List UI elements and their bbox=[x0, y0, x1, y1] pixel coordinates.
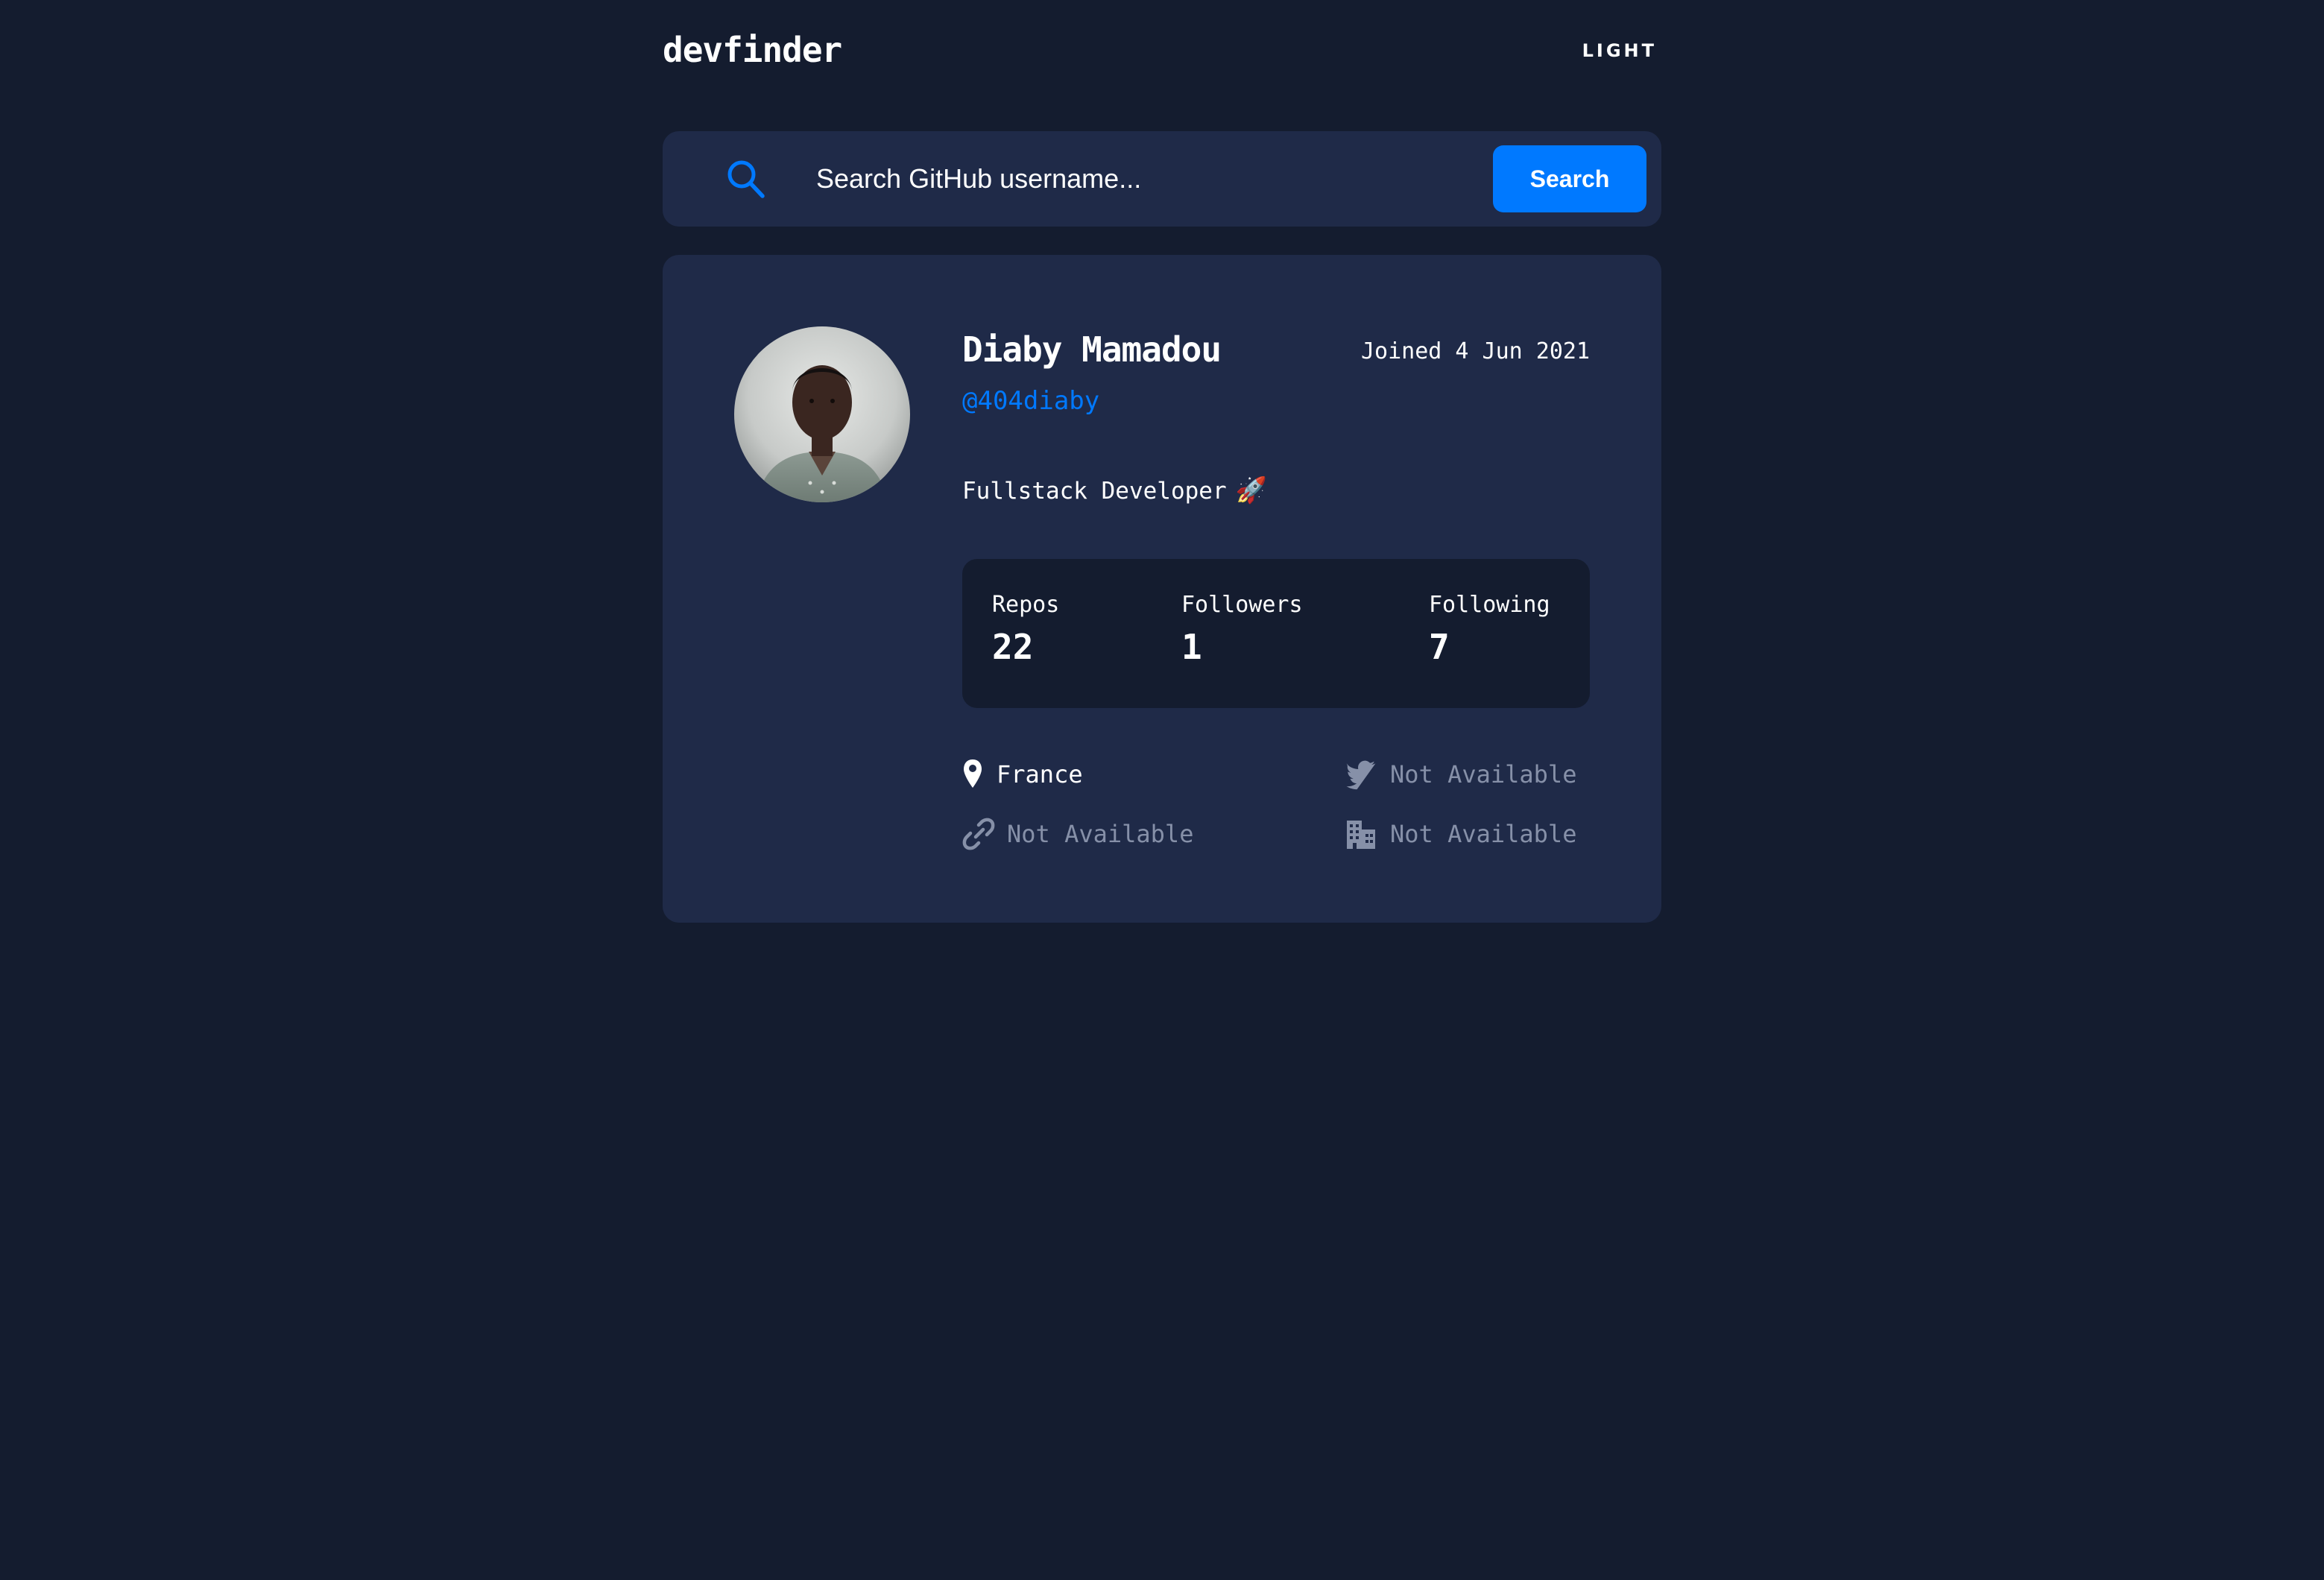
avatar bbox=[734, 326, 910, 502]
rocket-emoji: 🚀 bbox=[1235, 475, 1267, 505]
joined-date: Joined 4 Jun 2021 bbox=[1360, 338, 1590, 364]
bio-text: Fullstack Developer bbox=[962, 478, 1227, 505]
stat-value: 22 bbox=[992, 627, 1034, 667]
link-icon bbox=[962, 818, 995, 850]
company-row: Not Available bbox=[1345, 815, 1576, 853]
profile-name: Diaby Mamadou bbox=[962, 329, 1222, 370]
office-building-icon bbox=[1347, 821, 1375, 849]
stat-label: Followers bbox=[1181, 592, 1303, 618]
search-button[interactable]: Search bbox=[1493, 145, 1646, 212]
stat-value: 7 bbox=[1429, 627, 1450, 667]
profile-login-link[interactable]: @404diaby bbox=[962, 386, 1099, 416]
twitter-icon bbox=[1345, 760, 1376, 790]
location-pin-icon bbox=[964, 759, 982, 788]
stat-label: Following bbox=[1429, 592, 1550, 618]
blog-row[interactable]: Not Available bbox=[962, 815, 1193, 853]
header: devfinder LIGHT bbox=[663, 30, 1661, 75]
theme-toggle-button[interactable]: LIGHT bbox=[1582, 40, 1657, 61]
twitter-text: Not Available bbox=[1390, 760, 1577, 789]
app-logo: devfinder bbox=[663, 30, 842, 70]
profile-card: Diaby Mamadou Joined 4 Jun 2021 @404diab… bbox=[663, 255, 1661, 923]
search-bar: Search bbox=[663, 131, 1661, 227]
twitter-row: Not Available bbox=[1345, 756, 1576, 793]
search-input[interactable] bbox=[816, 154, 1383, 204]
location-text: France bbox=[997, 760, 1083, 789]
search-icon bbox=[727, 160, 765, 198]
location-row: France bbox=[962, 756, 1083, 793]
profile-bio: Fullstack Developer 🚀 bbox=[962, 475, 1267, 505]
stat-label: Repos bbox=[992, 592, 1060, 618]
stat-value: 1 bbox=[1181, 627, 1202, 667]
stat-following: Following 7 bbox=[1429, 592, 1550, 667]
blog-text: Not Available bbox=[1007, 820, 1194, 848]
stat-repos: Repos 22 bbox=[992, 592, 1059, 667]
stat-followers: Followers 1 bbox=[1181, 592, 1303, 667]
company-text: Not Available bbox=[1390, 820, 1577, 848]
stats-panel: Repos 22 Followers 1 Following 7 bbox=[962, 559, 1590, 708]
